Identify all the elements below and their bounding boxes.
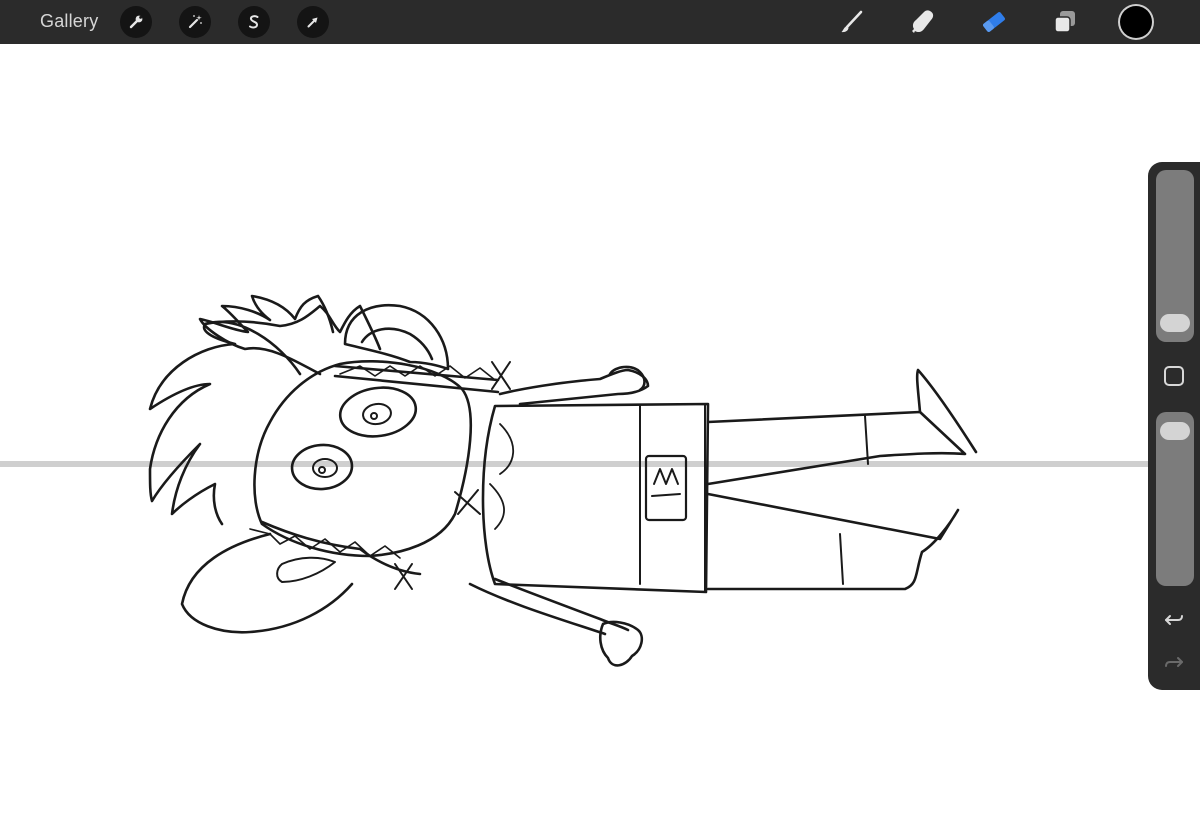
redo-arrow-icon[interactable] (1160, 648, 1188, 676)
wrench-icon[interactable] (120, 6, 152, 38)
foot-upper (915, 368, 978, 454)
arm-upper (498, 368, 650, 406)
belt (639, 403, 706, 593)
color-picker-button[interactable] (1120, 6, 1152, 38)
leg-lower (706, 492, 960, 591)
top-toolbar: Gallery (0, 0, 1200, 45)
brush-size-thumb[interactable] (1160, 313, 1190, 332)
smudge-finger-icon[interactable] (905, 4, 941, 40)
magic-wand-icon[interactable] (179, 6, 211, 38)
brush-size-slider[interactable] (1156, 170, 1194, 342)
fist-lower (598, 620, 644, 667)
opacity-thumb[interactable] (1160, 422, 1190, 441)
torso-outline (481, 402, 710, 594)
eraser-icon[interactable] (976, 4, 1012, 40)
eye-upper (338, 386, 418, 438)
side-bar (1148, 162, 1200, 690)
undo-arrow-icon[interactable] (1160, 606, 1188, 634)
selection-s-icon[interactable] (238, 6, 270, 38)
opacity-slider[interactable] (1156, 412, 1194, 586)
square-modify-icon[interactable] (1164, 366, 1184, 386)
ear-lower (180, 532, 354, 634)
procreate-app: Gallery (0, 0, 1200, 833)
leg-upper (706, 410, 967, 486)
arrow-cursor-icon[interactable] (297, 6, 329, 38)
ear-lower-inner (276, 556, 336, 583)
hair-outline (198, 294, 335, 376)
brush-icon[interactable] (834, 4, 870, 40)
headband (333, 364, 500, 394)
layers-icon[interactable] (1047, 4, 1083, 40)
drawing-canvas[interactable] (0, 44, 1200, 833)
belt-buckle (644, 454, 688, 522)
ear-upper-inner (360, 327, 434, 361)
character-sketch (148, 294, 978, 667)
gallery-button[interactable]: Gallery (40, 11, 98, 32)
